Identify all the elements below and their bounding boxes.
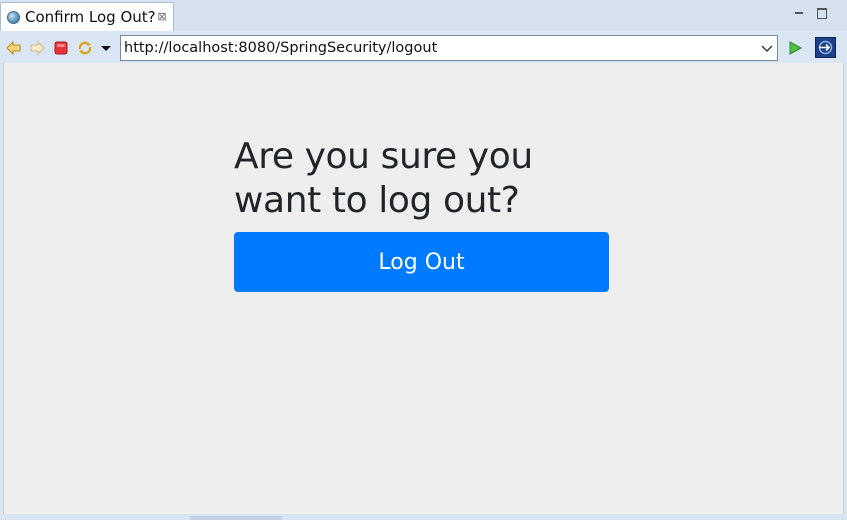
dropdown-icon[interactable] (98, 40, 114, 56)
forward-icon[interactable] (29, 40, 45, 56)
url-bar[interactable] (120, 35, 778, 61)
url-input[interactable] (124, 38, 744, 58)
browser-window: Confirm Log Out? ⊠ http://localhost:8080… (0, 0, 847, 520)
go-icon[interactable] (787, 40, 803, 56)
bottom-border (0, 514, 847, 520)
bottom-tab-indicator (190, 516, 282, 520)
browser-toolbar (0, 31, 847, 63)
page-content: Are you sure you want to log out? Log Ou… (3, 63, 844, 514)
tab-bar: Confirm Log Out? ⊠ (0, 0, 847, 32)
tab-title: Confirm Log Out? (25, 8, 156, 26)
tab-confirm-log-out[interactable]: Confirm Log Out? ⊠ (0, 2, 174, 31)
stop-icon[interactable] (53, 40, 69, 56)
external-browser-icon[interactable] (815, 37, 836, 58)
back-icon[interactable] (6, 40, 22, 56)
log-out-button[interactable]: Log Out (234, 232, 609, 292)
chevron-down-icon[interactable] (759, 39, 775, 57)
close-icon[interactable]: ⊠ (156, 10, 168, 24)
globe-icon (7, 11, 20, 24)
minimize-icon[interactable] (794, 8, 804, 18)
page-title: Are you sure you want to log out? (234, 136, 533, 221)
refresh-icon[interactable] (77, 40, 93, 56)
maximize-icon[interactable] (817, 8, 827, 19)
